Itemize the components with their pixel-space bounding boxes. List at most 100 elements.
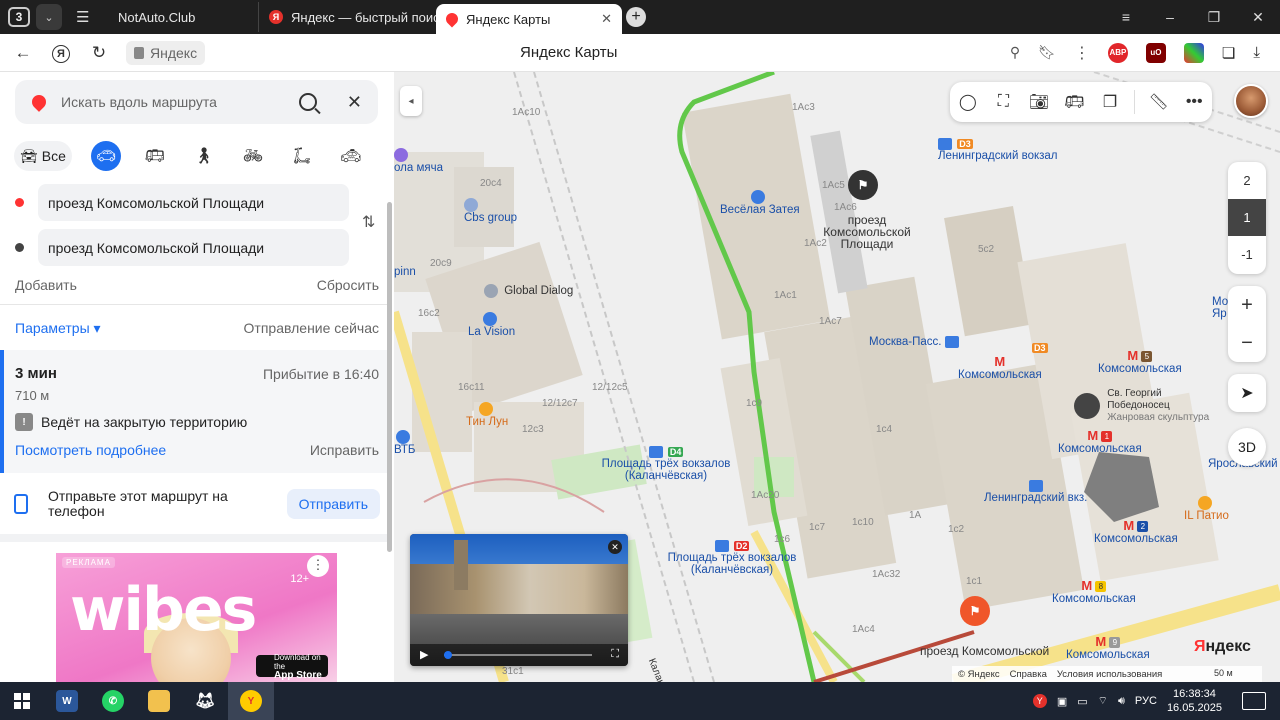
taskbar-file-explorer[interactable] <box>136 682 182 720</box>
color-extension-icon[interactable] <box>1183 42 1204 63</box>
map-label-st-george[interactable]: Св. Георгий Победоносец Жанровая скульпт… <box>1074 388 1209 424</box>
new-tab-button[interactable]: + <box>626 7 646 27</box>
ruler-icon[interactable]: 📏︎ <box>1141 92 1177 112</box>
route-start-marker[interactable]: ⚑ <box>848 170 878 200</box>
mode-car-button[interactable]: 🚗︎ <box>90 141 121 171</box>
close-icon[interactable]: ✕ <box>608 540 622 554</box>
page-title[interactable]: Яндекс Карты <box>520 44 617 61</box>
map-label-komsomolskaya-5[interactable]: M 5 Комсомольская <box>1098 348 1182 375</box>
map-label-vesyolaya-zateya[interactable]: Весёлая Затея <box>720 190 800 216</box>
taskbar-fox-app[interactable]: 🦊︎ <box>182 682 228 720</box>
play-icon[interactable]: ▶ <box>420 648 428 661</box>
map-label-vtb[interactable]: ВТБ <box>394 430 415 456</box>
mode-bus-button[interactable]: 🚌︎ <box>140 141 170 171</box>
reload-icon[interactable]: ↻ <box>80 43 118 63</box>
panorama-preview[interactable]: ✕ ▶ ⛶ <box>410 534 628 666</box>
mode-taxi-button[interactable]: 🚕︎ <box>336 141 366 171</box>
more-icon[interactable]: ••• <box>1176 93 1212 111</box>
avatar[interactable] <box>1234 84 1268 118</box>
map-label-global-dialog[interactable]: Global Dialog <box>484 284 573 298</box>
ublock-icon[interactable]: uO <box>1145 42 1166 63</box>
map-label-ploshchad-d4[interactable]: D4 Площадь трёх вокзалов (Каланчёвская) <box>596 446 736 482</box>
route-end-marker[interactable]: ⚑ <box>960 596 990 626</box>
downloads-icon[interactable]: ⤓ <box>1253 44 1260 61</box>
reset-button[interactable]: Сбросить <box>317 277 379 293</box>
map-label-komsomolskaya-9[interactable]: M 9 Комсомольская <box>1066 634 1150 661</box>
fullscreen-icon[interactable]: ⛶ <box>611 648 619 661</box>
timeline-handle[interactable] <box>444 651 452 659</box>
departure-button[interactable]: Отправление сейчас <box>244 320 379 337</box>
layers-icon[interactable]: ◯ <box>950 92 986 112</box>
floor-1[interactable]: 1 <box>1228 199 1266 236</box>
app-store-badge[interactable]: Download on the App Store <box>256 653 328 680</box>
mode-walk-button[interactable]: 🚶︎ <box>189 141 219 171</box>
ad-banner[interactable]: РЕКЛАМА wibes 12+ ⋮ Download on the App … <box>56 553 337 682</box>
tab-list-icon[interactable]: ☰ <box>76 8 94 26</box>
toggle-3d-button[interactable]: 3D <box>1228 428 1266 466</box>
battery-icon[interactable]: ▭ <box>1077 695 1087 708</box>
map-label-il-patio[interactable]: IL Патио <box>1184 496 1229 522</box>
panel-scrollbar[interactable] <box>387 202 392 552</box>
mode-all-button[interactable]: 🚘︎ Все <box>14 141 72 171</box>
map-label-la-vision[interactable]: La Vision <box>468 312 515 338</box>
route-details-link[interactable]: Посмотреть подробнее <box>15 442 166 458</box>
language-indicator[interactable]: РУС <box>1135 695 1157 707</box>
more-icon[interactable]: ⋮ <box>1074 43 1090 63</box>
panorama-icon[interactable]: 📷︎ <box>1021 92 1057 112</box>
zoom-out-button[interactable]: − <box>1228 324 1266 362</box>
ad-more-icon[interactable]: ⋮ <box>307 555 329 577</box>
tab-counter[interactable]: 3 <box>8 7 30 27</box>
floor-2[interactable]: 2 <box>1228 162 1266 199</box>
swap-icon[interactable]: ⇅ <box>362 212 375 232</box>
collapse-panel-button[interactable]: ◂ <box>400 86 422 116</box>
panorama-timeline[interactable] <box>444 654 592 656</box>
map-type-icon[interactable]: ⛶ <box>986 93 1022 111</box>
locate-me-button[interactable]: ➤ <box>1228 374 1266 412</box>
map-label-yar[interactable]: Яр <box>1212 308 1227 320</box>
map-label-ploshchad-d2[interactable]: D2 Площадь трёх вокзалов (Каланчёвская) <box>662 540 802 576</box>
collections-icon[interactable]: ❏ <box>1222 44 1235 62</box>
traffic-icon[interactable]: ❐ <box>1092 92 1128 112</box>
route-search-input[interactable]: Искать вдоль маршрута ✕ <box>15 80 378 124</box>
terms-link[interactable]: Условия использования <box>1057 669 1162 680</box>
mode-bike-button[interactable]: 🚲︎ <box>238 141 268 171</box>
help-link[interactable]: Справка <box>1010 669 1047 680</box>
close-window-icon[interactable]: ✕ <box>1236 9 1280 26</box>
bookmark-icon[interactable]: 🔖︎ <box>1038 44 1056 61</box>
chat-tray-icon[interactable]: ▣ <box>1057 695 1067 708</box>
search-icon[interactable] <box>298 93 317 111</box>
map-label-myasa[interactable]: ола мяча <box>394 148 443 174</box>
from-field[interactable]: проезд Комсомольской Площади <box>38 184 349 221</box>
map-canvas[interactable]: 1Ас10 1Ас3 1Ас5 1Ас6 1Ас2 1Ас1 1Ас7 1с9 … <box>394 72 1280 682</box>
mode-scooter-button[interactable]: 🛴︎ <box>287 141 317 171</box>
map-label-cbs-group[interactable]: Cbs group <box>464 198 517 224</box>
map-label-moskva-pass[interactable]: Москва-Пасс. <box>869 336 959 348</box>
volume-icon[interactable]: 🔊︎ <box>1118 695 1125 708</box>
adblock-plus-icon[interactable]: ABP <box>1107 42 1128 63</box>
parameters-button[interactable]: Параметры ▾ <box>15 320 101 337</box>
restore-icon[interactable]: ❐ <box>1192 9 1236 26</box>
map-label-tin-lun[interactable]: Тин Лун <box>466 402 508 428</box>
wifi-icon[interactable]: ⌔ <box>1098 694 1108 708</box>
transit-icon[interactable]: 🚌︎ <box>1057 92 1093 112</box>
map-label-komsomolskaya-8[interactable]: M 8 Комсомольская <box>1052 578 1136 605</box>
taskbar-whatsapp[interactable]: ✆ <box>90 682 136 720</box>
map-label-pinn[interactable]: pinn <box>394 266 416 278</box>
tab-yandex-maps[interactable]: Яндекс Карты ✕ <box>436 4 622 34</box>
add-waypoint-button[interactable]: Добавить <box>15 277 77 293</box>
send-button[interactable]: Отправить <box>286 489 380 519</box>
taskbar-word[interactable]: W <box>44 682 90 720</box>
close-icon[interactable]: ✕ <box>347 92 362 113</box>
location-pin-icon[interactable]: ⚲ <box>1010 44 1020 61</box>
map-label-leningradsky-vkz[interactable]: Ленинградский вкз. <box>984 480 1087 504</box>
zoom-in-button[interactable]: + <box>1228 286 1266 324</box>
route-option-card[interactable]: 3 мин Прибытие в 16:40 710 м ! Ведёт на … <box>0 350 388 473</box>
clock[interactable]: 16:38:34 16.05.2025 <box>1167 687 1222 715</box>
tab-yandex-search[interactable]: Я Яндекс — быстрый поиск <box>258 2 436 32</box>
map-label-komsomolskaya-1b[interactable]: M 1 Комсомольская <box>1058 428 1142 455</box>
map-label-komsomolskaya-1[interactable]: M Комсомольская <box>958 354 1042 381</box>
floor-minus-1[interactable]: -1 <box>1228 236 1266 273</box>
notifications-icon[interactable] <box>1242 692 1266 710</box>
menu-icon[interactable]: ≡ <box>1104 9 1148 26</box>
map-label-mo[interactable]: Мо <box>1212 296 1228 308</box>
